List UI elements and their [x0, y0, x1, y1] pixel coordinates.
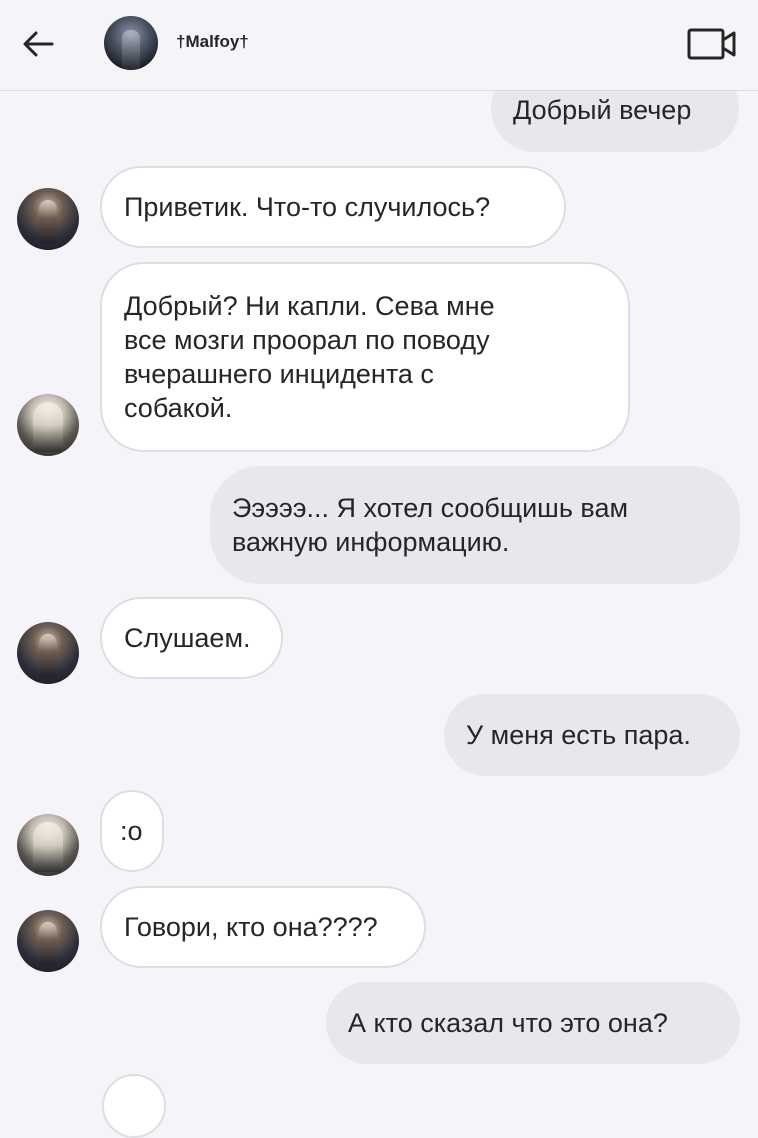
message-text: А кто сказал что это она?	[348, 1008, 668, 1038]
contact-avatar[interactable]	[17, 188, 79, 250]
message-bubble-partial	[102, 1074, 166, 1138]
chat-header: †Malfoy†	[0, 0, 758, 91]
contact-avatar[interactable]	[17, 814, 79, 876]
message-bubble-incoming[interactable]: Говори, кто она????	[100, 886, 426, 968]
message-line: Эээээ... Я хотел сообщишь вам	[232, 493, 629, 523]
message-line: все мозги проорал по поводу	[124, 325, 490, 355]
message-bubble-incoming[interactable]: :о	[100, 790, 164, 872]
message-text: Добрый вечер	[513, 95, 692, 125]
message-text: Приветик. Что-то случилось?	[124, 192, 491, 222]
contact-name[interactable]: †Malfoy†	[176, 32, 249, 52]
message-bubble-incoming[interactable]: Приветик. Что-то случилось?	[100, 166, 566, 248]
message-text: У меня есть пара.	[466, 720, 691, 750]
message-line: важную информацию.	[232, 527, 510, 557]
message-line: Добрый? Ни капли. Сева мне	[124, 291, 495, 321]
message-text: Слушаем.	[124, 623, 251, 653]
message-bubble-outgoing[interactable]: У меня есть пара.	[444, 694, 740, 776]
message-bubble-outgoing[interactable]: Эээээ... Я хотел сообщишь вам важную инф…	[210, 466, 740, 584]
contact-avatar[interactable]	[17, 622, 79, 684]
message-text: :о	[120, 816, 143, 846]
message-bubble-outgoing[interactable]: А кто сказал что это она?	[326, 982, 740, 1064]
message-line: вчерашнего инцидента с	[124, 359, 434, 389]
video-call-button[interactable]	[686, 26, 738, 62]
message-bubble-incoming[interactable]: Добрый? Ни капли. Сева мне все мозги про…	[100, 262, 630, 452]
back-button[interactable]	[18, 24, 58, 64]
video-camera-icon	[687, 28, 736, 60]
message-bubble-incoming[interactable]: Слушаем.	[100, 597, 283, 679]
contact-avatar[interactable]	[104, 16, 158, 70]
contact-avatar[interactable]	[17, 394, 79, 456]
message-line: собакой.	[124, 393, 233, 423]
message-text: Говори, кто она????	[124, 912, 378, 942]
contact-avatar[interactable]	[17, 910, 79, 972]
chat-thread[interactable]: Добрый вечер Приветик. Что-то случилось?…	[0, 0, 758, 1138]
arrow-left-icon	[23, 31, 54, 57]
